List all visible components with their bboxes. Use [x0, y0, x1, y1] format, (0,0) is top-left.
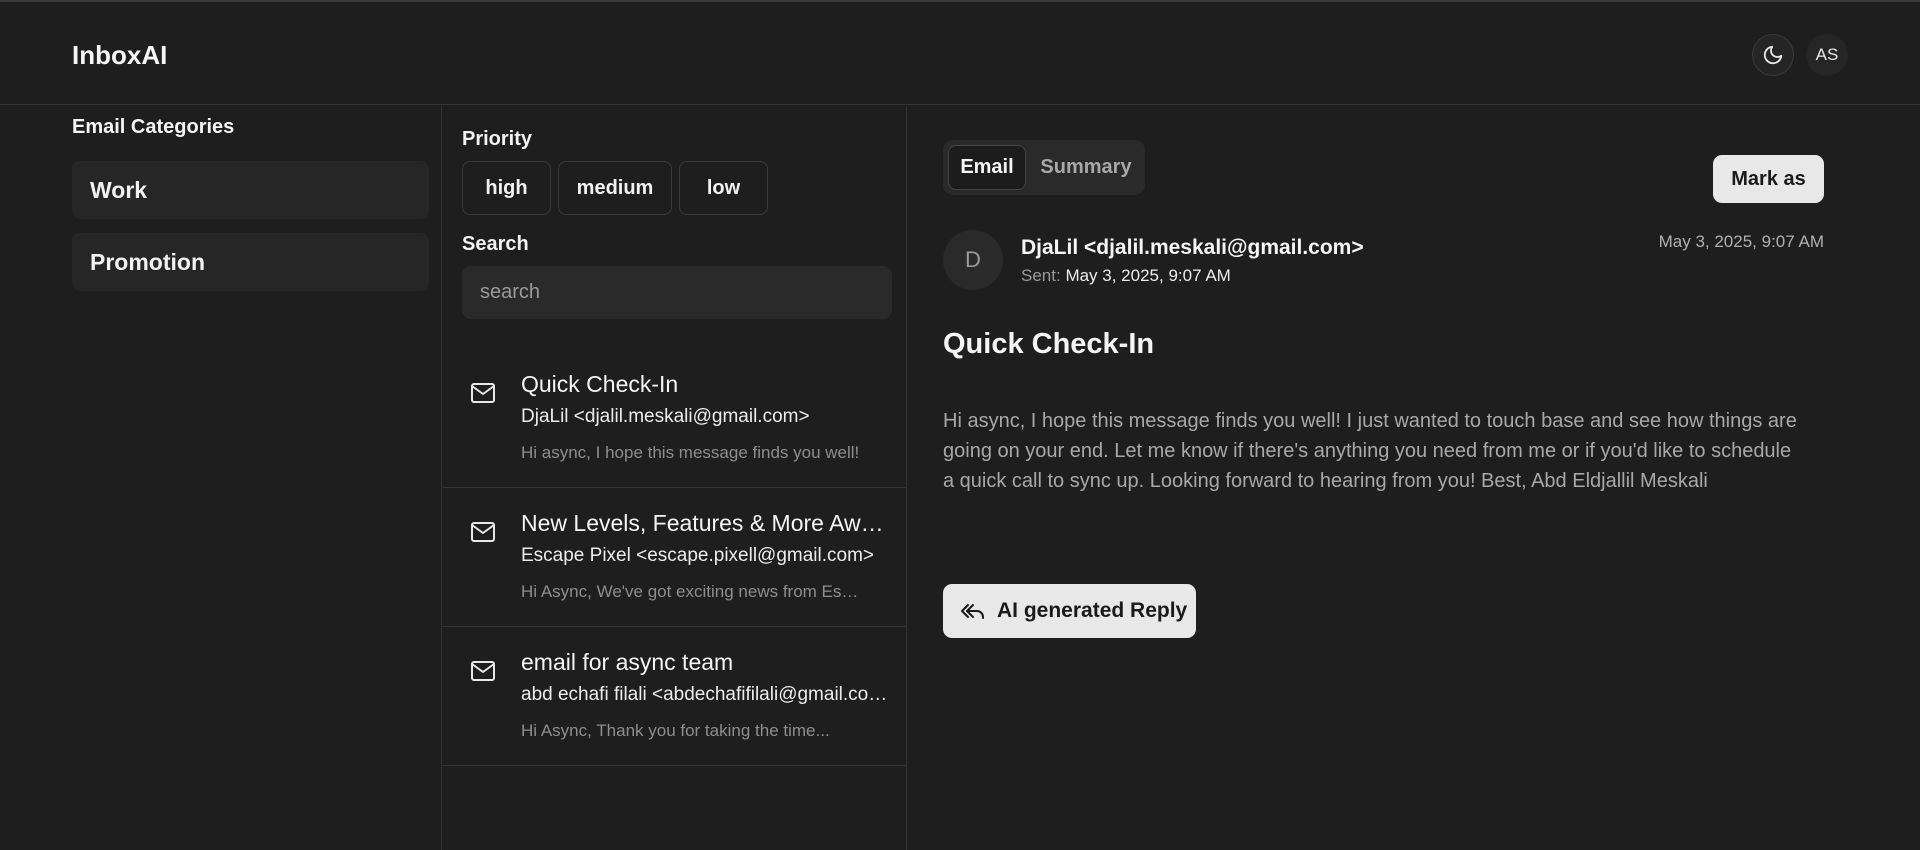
category-work[interactable]: Work: [72, 161, 429, 219]
email-subject: email for async team: [521, 649, 734, 675]
sent-label: Sent:: [1021, 266, 1061, 285]
app-brand[interactable]: InboxAI: [72, 40, 167, 71]
moon-icon: [1763, 45, 1783, 65]
category-label: Promotion: [90, 248, 205, 275]
email-preview: Hi Async, We've got exciting news from E…: [521, 582, 861, 601]
category-promotion[interactable]: Promotion: [72, 233, 429, 291]
tab-email[interactable]: Email: [948, 145, 1026, 190]
email-preview: Hi Async, Thank you for taking the time.…: [521, 721, 830, 740]
sent-line: Sent: May 3, 2025, 9:07 AM: [1021, 266, 1231, 286]
email-sender: DjaLil <djalil.meskali@gmail.com>: [521, 406, 810, 427]
email-list-item[interactable]: New Levels, Features & More Await You! E…: [443, 488, 906, 627]
ai-reply-label: AI generated Reply: [997, 599, 1188, 622]
priority-low-button[interactable]: low: [679, 161, 768, 215]
view-tabs: Email Summary: [943, 140, 1145, 195]
email-sender: Escape Pixel <escape.pixell@gmail.com>: [521, 545, 875, 566]
sender-name: DjaLil <djalil.meskali@gmail.com>: [1021, 236, 1364, 259]
email-list-item[interactable]: Quick Check-In DjaLil <djalil.meskali@gm…: [443, 349, 906, 488]
search-label: Search: [462, 233, 529, 255]
priority-high-button[interactable]: high: [462, 161, 551, 215]
email-title: Quick Check-In: [943, 328, 1155, 360]
reply-all-icon: [961, 604, 984, 619]
email-detail-panel: Email Summary Mark as D DjaLil <djalil.m…: [907, 106, 1920, 850]
category-label: Work: [90, 176, 148, 203]
envelope-icon: [471, 661, 495, 681]
sender-avatar: D: [943, 230, 1003, 290]
email-body: Hi async, I hope this message finds you …: [943, 410, 1797, 492]
email-preview: Hi async, I hope this message finds you …: [521, 443, 860, 462]
email-subject: Quick Check-In: [521, 371, 679, 397]
category-sidebar: Email Categories Work Promotion: [0, 106, 442, 850]
email-list-item[interactable]: email for async team abd echafi filali <…: [443, 627, 906, 766]
theme-toggle-button[interactable]: [1752, 34, 1794, 76]
email-list-panel: Priority high medium low Search Quick Ch…: [443, 106, 907, 850]
app-header: InboxAI AS: [0, 2, 1920, 105]
priority-label: Priority: [462, 128, 533, 150]
email-sender: abd echafi filali <abdechafifilali@gmail…: [521, 684, 891, 705]
tab-summary[interactable]: Summary: [1033, 145, 1139, 190]
envelope-icon: [471, 383, 495, 403]
search-input[interactable]: [462, 266, 892, 319]
priority-medium-button[interactable]: medium: [558, 161, 672, 215]
user-avatar[interactable]: AS: [1806, 34, 1848, 76]
ai-reply-button[interactable]: AI generated Reply: [943, 584, 1196, 638]
categories-heading: Email Categories: [72, 116, 235, 138]
envelope-icon: [471, 522, 495, 542]
email-date: May 3, 2025, 9:07 AM: [1658, 232, 1824, 251]
email-subject: New Levels, Features & More Await You!: [521, 510, 891, 536]
mark-as-button[interactable]: Mark as: [1713, 155, 1824, 203]
sent-value: May 3, 2025, 9:07 AM: [1065, 266, 1231, 285]
